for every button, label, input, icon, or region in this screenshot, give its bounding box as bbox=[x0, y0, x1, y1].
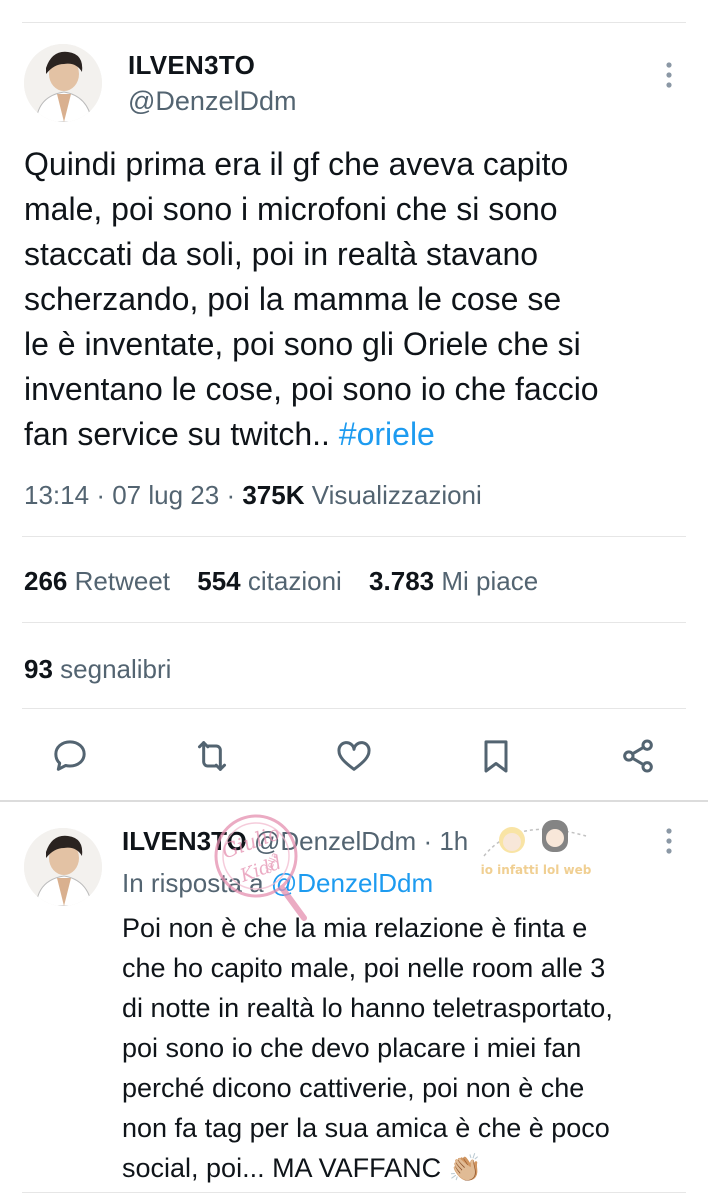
author-handle[interactable]: @DenzelDdm bbox=[128, 86, 296, 117]
separator: · bbox=[96, 480, 105, 510]
bookmark-icon[interactable] bbox=[476, 736, 516, 781]
watermark-blog-badge: io infatti lol web bbox=[476, 796, 606, 892]
bookmarks-stat[interactable]: 93 segnalibri bbox=[24, 654, 171, 685]
author-avatar[interactable] bbox=[24, 44, 102, 122]
reply-header: ILVEN3TO @DenzelDdm · 1h bbox=[122, 826, 468, 857]
quotes-label: citazioni bbox=[247, 566, 342, 596]
reply-icon[interactable] bbox=[50, 736, 90, 781]
views-count[interactable]: 375K bbox=[242, 480, 304, 510]
like-icon[interactable] bbox=[334, 736, 374, 781]
bottom-divider bbox=[22, 1192, 686, 1193]
divider bbox=[22, 708, 686, 709]
tweet-time[interactable]: 13:14 bbox=[24, 480, 89, 510]
tweet-text-line: scherzando, poi la mamma le cose se bbox=[24, 281, 562, 317]
tweet-text-line: staccati da soli, poi in realtà stavano bbox=[24, 236, 539, 272]
reply-text-line: perché dicono cattiverie, poi non è che bbox=[122, 1073, 585, 1103]
quotes-count: 554 bbox=[197, 566, 241, 596]
hashtag-link[interactable]: #oriele bbox=[339, 416, 435, 452]
tweet-text-line: inventano le cose, poi sono io che facci… bbox=[24, 371, 599, 407]
tweet-meta: 13:14 · 07 lug 23 · 375K Visualizzazioni bbox=[24, 480, 482, 511]
reply-author-avatar[interactable] bbox=[24, 828, 102, 906]
reply-text-line: social, poi... MA VAFFANC 👏🏼 bbox=[122, 1153, 483, 1183]
divider bbox=[22, 622, 686, 623]
views-label[interactable]: Visualizzazioni bbox=[312, 480, 482, 510]
reply-author-name[interactable]: ILVEN3TO bbox=[122, 826, 247, 856]
reply-text-line: di notte in realtà lo hanno teletrasport… bbox=[122, 993, 613, 1023]
replying-to-label: In risposta a bbox=[122, 868, 264, 898]
replying-to-handle[interactable]: @DenzelDdm bbox=[271, 868, 433, 898]
top-divider bbox=[22, 22, 686, 23]
share-icon[interactable] bbox=[618, 736, 658, 781]
retweets-count: 266 bbox=[24, 566, 68, 596]
quotes-stat[interactable]: 554 citazioni bbox=[197, 566, 342, 596]
tweet-text-line: Quindi prima era il gf che aveva capito bbox=[24, 146, 569, 182]
reply-text: Poi non è che la mia relazione è finta e… bbox=[122, 908, 613, 1188]
action-bar bbox=[50, 736, 658, 780]
reply-text-line: che ho capito male, poi nelle room alle … bbox=[122, 953, 606, 983]
reply-author-handle[interactable]: @DenzelDdm bbox=[254, 826, 416, 856]
svg-text:io infatti lol web: io infatti lol web bbox=[481, 863, 592, 877]
tweet-date[interactable]: 07 lug 23 bbox=[112, 480, 219, 510]
tweet-text-line: male, poi sono i microfoni che si sono bbox=[24, 191, 558, 227]
separator: · bbox=[423, 826, 433, 856]
reply-text-line: poi sono io che devo placare i miei fan bbox=[122, 1033, 582, 1063]
section-divider bbox=[0, 800, 708, 802]
reply-time[interactable]: 1h bbox=[439, 826, 468, 856]
likes-label: Mi piace bbox=[441, 566, 539, 596]
reply-more-options-icon[interactable] bbox=[662, 826, 676, 860]
replying-to: In risposta a @DenzelDdm bbox=[122, 868, 433, 899]
bookmarks-count: 93 bbox=[24, 654, 53, 684]
author-name[interactable]: ILVEN3TO bbox=[128, 50, 255, 81]
retweets-label: Retweet bbox=[74, 566, 171, 596]
likes-stat[interactable]: 3.783 Mi piace bbox=[369, 566, 538, 596]
engagement-stats: 266 Retweet 554 citazioni 3.783 Mi piace bbox=[24, 566, 538, 597]
likes-count: 3.783 bbox=[369, 566, 435, 596]
reply-text-line: Poi non è che la mia relazione è finta e bbox=[122, 913, 588, 943]
divider bbox=[22, 536, 686, 537]
bookmarks-label: segnalibri bbox=[60, 654, 172, 684]
reply-text-line: non fa tag per la sua amica è che è poco bbox=[122, 1113, 610, 1143]
tweet-text-line: le è inventate, poi sono gli Oriele che … bbox=[24, 326, 581, 362]
tweet-text: Quindi prima era il gf che aveva capito … bbox=[24, 142, 599, 457]
separator: · bbox=[226, 480, 236, 510]
retweets-stat[interactable]: 266 Retweet bbox=[24, 566, 170, 596]
retweet-icon[interactable] bbox=[192, 736, 232, 781]
tweet-text-line: fan service su twitch.. bbox=[24, 416, 339, 452]
more-options-icon[interactable] bbox=[662, 60, 676, 94]
